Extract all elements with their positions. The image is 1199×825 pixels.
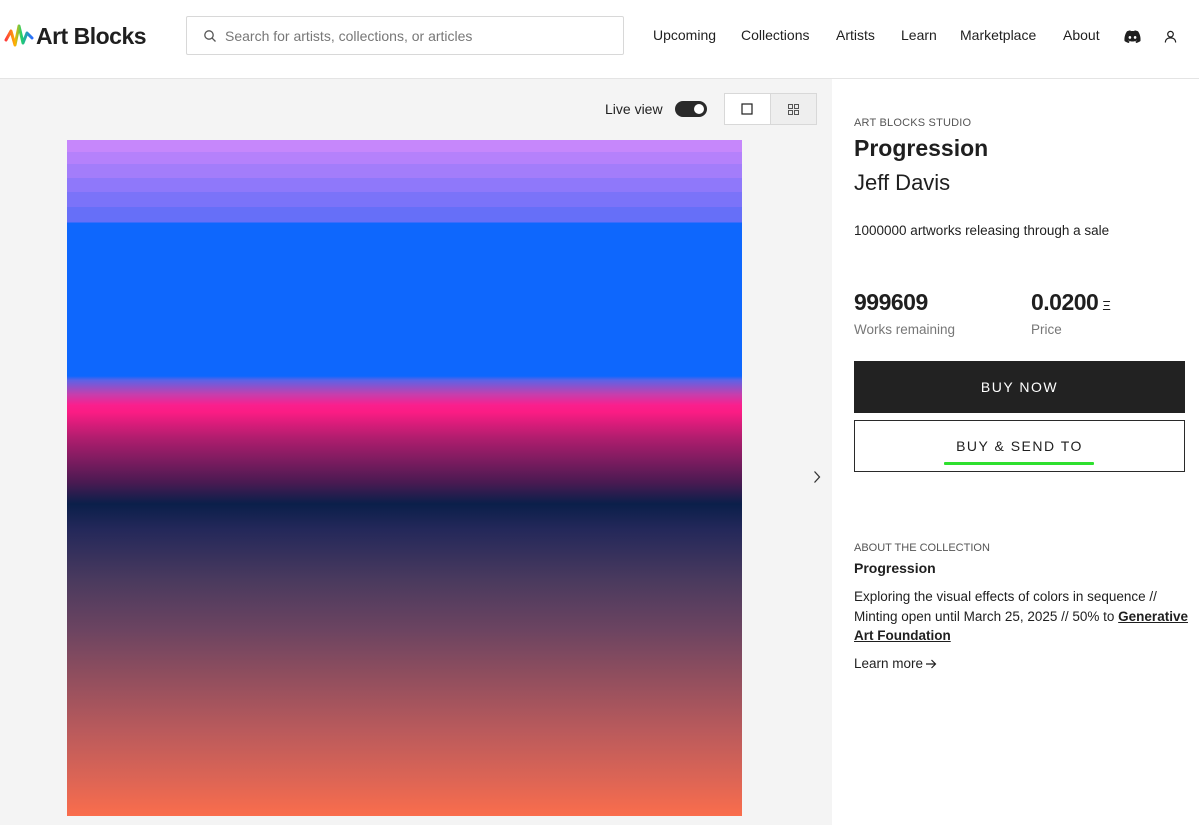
about-section-label: ABOUT THE COLLECTION bbox=[854, 542, 990, 554]
search-icon bbox=[204, 29, 216, 42]
nav-artists[interactable]: Artists bbox=[836, 27, 875, 43]
nav-about[interactable]: About bbox=[1063, 27, 1100, 43]
search-bar[interactable] bbox=[186, 16, 624, 55]
live-view-label: Live view bbox=[605, 101, 663, 117]
discord-icon[interactable] bbox=[1123, 27, 1141, 45]
studio-label: ART BLOCKS STUDIO bbox=[854, 117, 972, 129]
nav-learn[interactable]: Learn bbox=[901, 27, 937, 43]
grid-view-icon[interactable] bbox=[771, 94, 817, 124]
art-blocks-logo-icon bbox=[4, 24, 34, 47]
site-header: Art Blocks Upcoming Collections Artists … bbox=[0, 0, 1199, 79]
price-label: Price bbox=[1031, 322, 1062, 337]
artist-name[interactable]: Jeff Davis bbox=[854, 170, 950, 196]
search-input[interactable] bbox=[225, 27, 605, 44]
works-remaining-value: 999609 bbox=[854, 289, 928, 315]
nav-upcoming[interactable]: Upcoming bbox=[653, 27, 716, 43]
release-info: 1000000 artworks releasing through a sal… bbox=[854, 223, 1110, 238]
highlight-underline bbox=[944, 462, 1094, 465]
about-description: Exploring the visual effects of colors i… bbox=[854, 587, 1199, 646]
works-remaining-stat: 999609 Works remaining bbox=[854, 289, 955, 337]
single-view-icon[interactable] bbox=[725, 94, 771, 124]
live-view-control: Live view bbox=[605, 101, 707, 117]
buy-now-button[interactable]: BUY NOW bbox=[854, 361, 1185, 413]
project-details-panel: ART BLOCKS STUDIO Progression Jeff Davis… bbox=[832, 79, 1199, 825]
project-title: Progression bbox=[854, 135, 989, 161]
logo-text: Art Blocks bbox=[36, 22, 147, 49]
learn-more-label: Learn more bbox=[854, 656, 924, 671]
live-view-toggle[interactable] bbox=[674, 101, 707, 117]
artwork-image[interactable] bbox=[67, 140, 742, 816]
works-remaining-label: Works remaining bbox=[854, 322, 956, 337]
buy-and-send-label: BUY & SEND TO bbox=[956, 438, 1083, 454]
buy-and-send-button[interactable]: BUY & SEND TO bbox=[854, 420, 1185, 472]
nav-marketplace[interactable]: Marketplace bbox=[960, 27, 1036, 43]
view-switch bbox=[724, 93, 817, 125]
price-value-row: 0.0200 Ξ bbox=[1031, 289, 1111, 316]
price-value: 0.0200 bbox=[1031, 289, 1099, 315]
about-title: Progression bbox=[854, 560, 936, 576]
user-icon[interactable] bbox=[1161, 27, 1179, 45]
eth-icon: Ξ bbox=[1102, 298, 1111, 313]
artwork-gallery: Live view bbox=[0, 79, 832, 825]
learn-more-link[interactable]: Learn more bbox=[854, 656, 937, 671]
price-stat: 0.0200 Ξ Price bbox=[1031, 289, 1111, 337]
arrow-right-icon bbox=[926, 659, 937, 668]
logo[interactable]: Art Blocks bbox=[4, 20, 147, 52]
nav-collections[interactable]: Collections bbox=[741, 27, 809, 43]
chevron-right-icon[interactable] bbox=[811, 470, 823, 484]
about-description-text: Exploring the visual effects of colors i… bbox=[854, 589, 1157, 624]
